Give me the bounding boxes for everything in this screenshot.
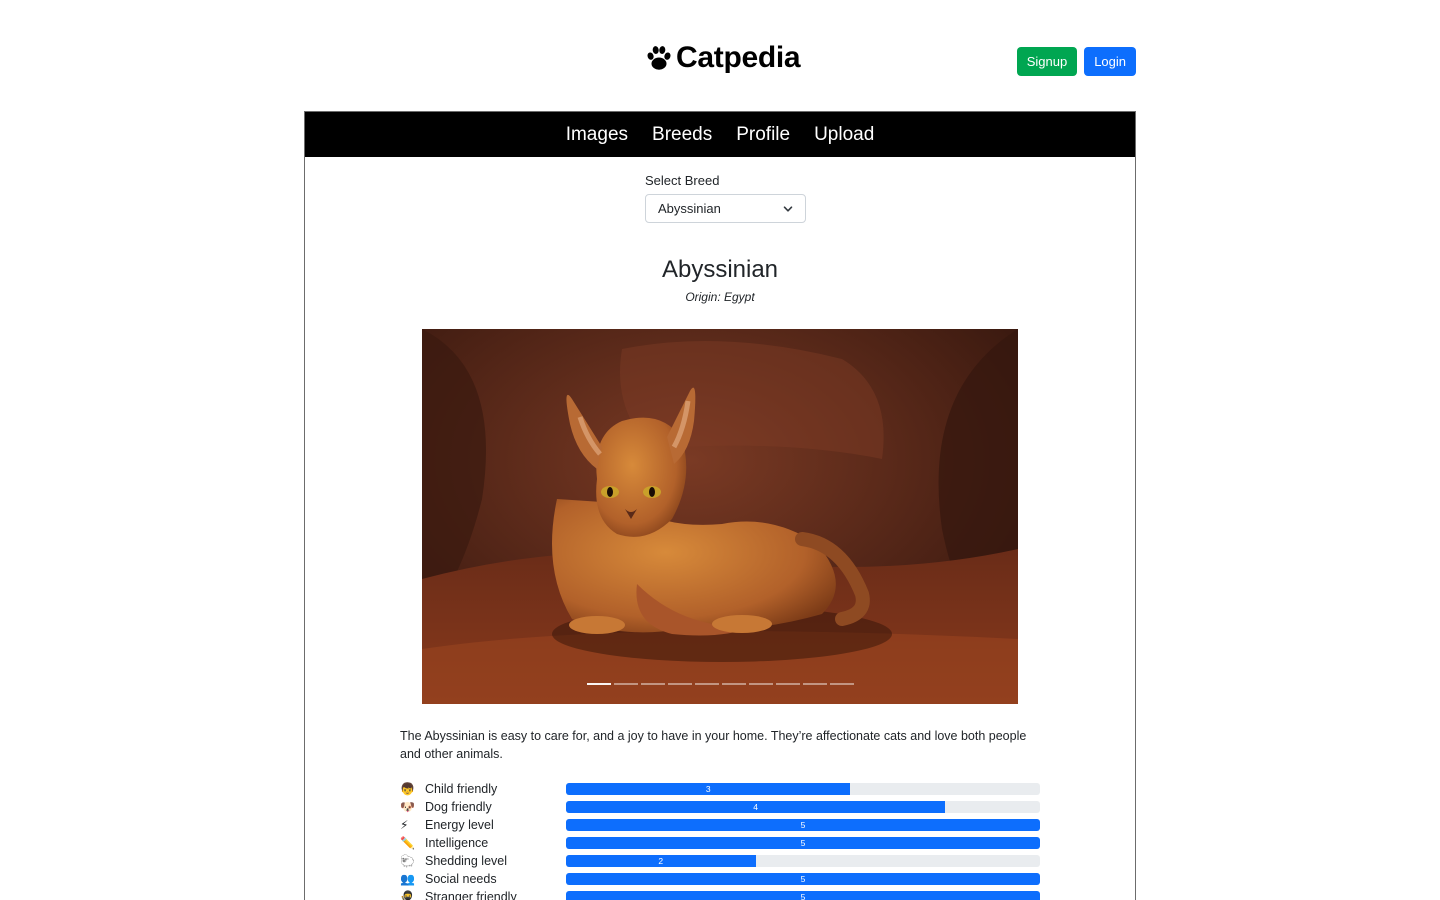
chevron-down-icon bbox=[783, 205, 793, 212]
stat-progress-fill: 5 bbox=[566, 819, 1040, 831]
stat-progress-bar: 5 bbox=[566, 891, 1040, 900]
stat-progress-fill: 3 bbox=[566, 783, 851, 795]
brand-logo[interactable]: Catpedia bbox=[644, 38, 801, 78]
people-icon: 👥 bbox=[400, 872, 415, 886]
main-panel: Images Breeds Profile Upload Select Bree… bbox=[304, 111, 1136, 900]
breed-description: The Abyssinian is easy to care for, and … bbox=[400, 729, 1027, 761]
carousel-indicator[interactable] bbox=[586, 683, 611, 685]
stat-label: Shedding level bbox=[425, 854, 508, 868]
stat-progress-fill: 2 bbox=[566, 855, 756, 867]
top-header: Catpedia Signup Login bbox=[0, 0, 1440, 112]
stat-progress-fill: 4 bbox=[566, 801, 946, 813]
cat-photo bbox=[422, 329, 1018, 704]
stat-label: Dog friendly bbox=[425, 800, 492, 814]
stat-label: Child friendly bbox=[425, 782, 498, 796]
nav-upload[interactable]: Upload bbox=[814, 124, 874, 146]
paw-icon bbox=[647, 46, 671, 70]
stat-progress-bar: 5 bbox=[566, 819, 1040, 831]
breed-title: Abyssinian bbox=[661, 256, 779, 283]
breed-image-carousel[interactable] bbox=[422, 329, 1018, 704]
carousel-indicator[interactable] bbox=[721, 683, 746, 685]
carousel-indicator[interactable] bbox=[640, 683, 665, 685]
breed-stats: 👦 Child friendly 3 🐶 Dog friendly 4 ⚡ Energy le… bbox=[400, 780, 1041, 900]
nav-profile[interactable]: Profile bbox=[736, 124, 790, 146]
carousel-indicator[interactable] bbox=[775, 683, 800, 685]
carousel-indicator[interactable] bbox=[802, 683, 827, 685]
sheep-icon: 🐑 bbox=[400, 854, 415, 868]
stat-row: 👥 Social needs 5 bbox=[400, 870, 1041, 888]
breed-select-label: Select Breed bbox=[645, 173, 720, 188]
brand-name: Catpedia bbox=[676, 41, 801, 74]
breed-select-value: Abyssinian bbox=[658, 201, 721, 216]
stat-progress-bar: 2 bbox=[566, 855, 1040, 867]
stat-progress-bar: 4 bbox=[566, 801, 1040, 813]
login-button[interactable]: Login bbox=[1084, 47, 1136, 76]
stat-progress-bar: 5 bbox=[566, 837, 1040, 849]
stat-row: ✏️ Intelligence 5 bbox=[400, 834, 1041, 852]
lightning-icon: ⚡ bbox=[400, 818, 409, 832]
nav-breeds[interactable]: Breeds bbox=[652, 124, 712, 146]
stat-progress-bar: 3 bbox=[566, 783, 1040, 795]
stat-label: Intelligence bbox=[425, 836, 489, 850]
carousel-indicator[interactable] bbox=[829, 683, 854, 685]
stat-row: 🥷 Stranger friendly 5 bbox=[400, 888, 1041, 900]
stat-row: 🐶 Dog friendly 4 bbox=[400, 798, 1041, 816]
nav-images[interactable]: Images bbox=[566, 124, 628, 146]
pencil-icon: ✏️ bbox=[400, 836, 415, 850]
dog-icon: 🐶 bbox=[400, 800, 415, 814]
carousel-indicator[interactable] bbox=[748, 683, 773, 685]
stat-progress-fill: 5 bbox=[566, 873, 1040, 885]
stat-label: Stranger friendly bbox=[425, 890, 517, 900]
stat-progress-fill: 5 bbox=[566, 891, 1040, 900]
main-nav: Images Breeds Profile Upload bbox=[305, 112, 1135, 157]
stat-row: ⚡ Energy level 5 bbox=[400, 816, 1041, 834]
auth-buttons: Signup Login bbox=[1016, 47, 1136, 76]
breed-select[interactable]: Abyssinian bbox=[645, 194, 806, 223]
breed-origin: Origin: Egypt bbox=[685, 290, 755, 304]
signup-button[interactable]: Signup bbox=[1016, 47, 1078, 76]
carousel-indicator[interactable] bbox=[613, 683, 638, 685]
stat-label: Energy level bbox=[425, 818, 494, 832]
child-icon: 👦 bbox=[400, 782, 415, 796]
stat-label: Social needs bbox=[425, 872, 497, 886]
carousel-indicators bbox=[422, 683, 1018, 685]
breed-selector: Select Breed Abyssinian bbox=[645, 173, 807, 223]
stat-row: 👦 Child friendly 3 bbox=[400, 780, 1041, 798]
stat-progress-fill: 5 bbox=[566, 837, 1040, 849]
stranger-icon: 🥷 bbox=[400, 890, 415, 900]
carousel-indicator[interactable] bbox=[667, 683, 692, 685]
carousel-indicator[interactable] bbox=[694, 683, 719, 685]
stat-row: 🐑 Shedding level 2 bbox=[400, 852, 1041, 870]
stat-progress-bar: 5 bbox=[566, 873, 1040, 885]
